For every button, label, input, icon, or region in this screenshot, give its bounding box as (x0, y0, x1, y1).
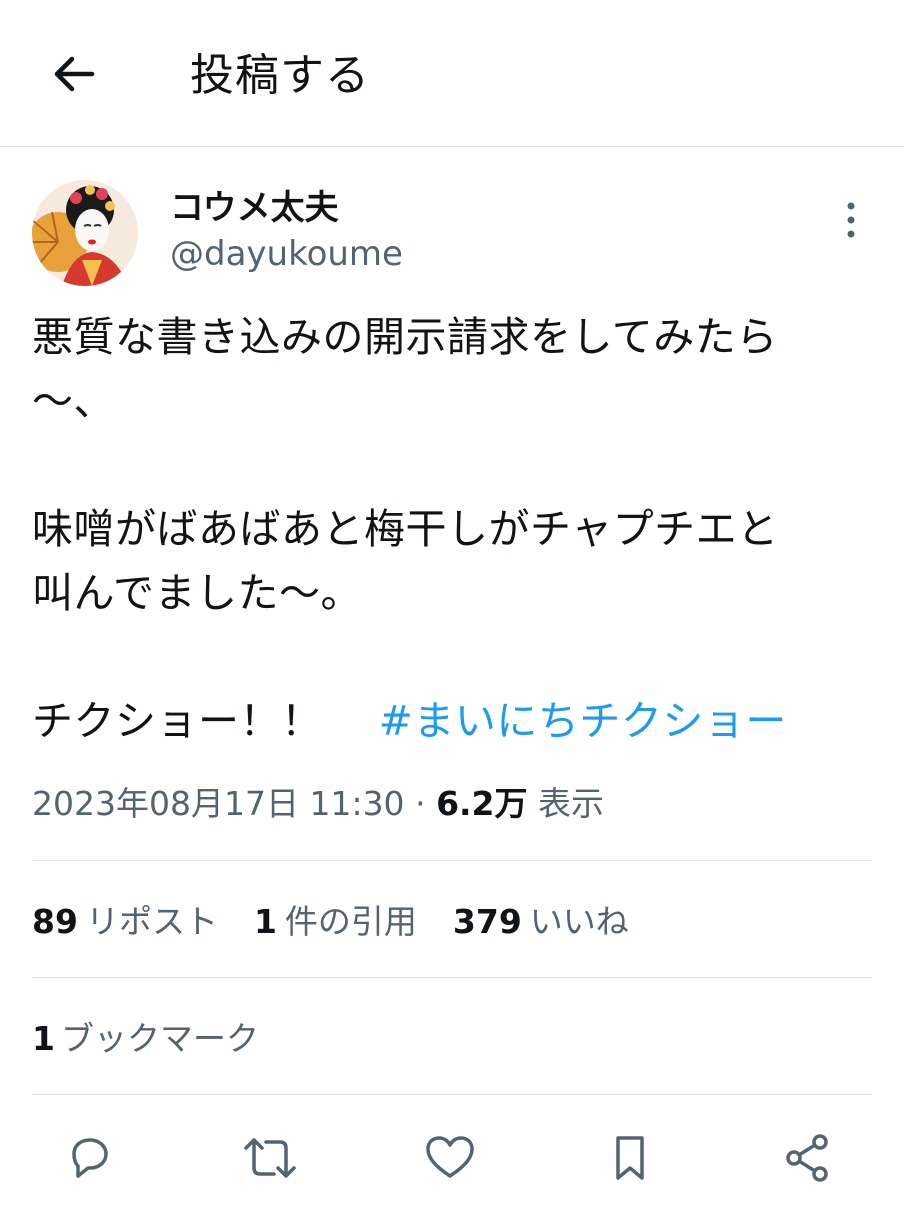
bookmarks-label: ブックマーク (60, 1019, 259, 1058)
likes-count: 379 (452, 902, 522, 941)
bookmarks-count: 1 (32, 1019, 55, 1058)
reply-icon (72, 1138, 108, 1178)
likes-label: いいね (529, 902, 629, 941)
bookmarks-stat[interactable]: 1 ブックマーク (32, 1015, 259, 1063)
quotes-label: 件の引用 (284, 902, 417, 941)
tweet-text-line: 味噌がばあばあと梅干しがチャプチエと (32, 505, 779, 553)
more-vertical-icon (847, 202, 855, 238)
tweet-text-line (32, 625, 872, 689)
views-count: 6.2万 (436, 784, 528, 823)
divider (32, 977, 872, 978)
divider (32, 1094, 872, 1095)
hashtag-link[interactable]: #まいにちチクショー (379, 697, 787, 745)
repost-button[interactable] (238, 1126, 302, 1190)
divider (32, 860, 872, 861)
avatar-image (32, 180, 138, 286)
tweet-text-line (32, 433, 872, 497)
meta-separator: · (415, 784, 426, 823)
action-bar (0, 1120, 904, 1200)
tweet-text-exclamation: チクショー！！ (32, 697, 323, 745)
reposts-stat[interactable]: 89 リポスト (32, 898, 218, 946)
engagement-stats: 89 リポスト 1 件の引用 379 いいね (32, 898, 629, 946)
top-bar: 投稿する (0, 0, 904, 147)
page-title: 投稿する (190, 50, 370, 101)
quotes-stat[interactable]: 1 件の引用 (254, 898, 417, 946)
reposts-count: 89 (32, 902, 78, 941)
share-icon (786, 1134, 828, 1182)
display-name[interactable]: コウメ太夫 (170, 186, 339, 230)
tweet-meta: 2023年08月17日 11:30 · 6.2万 表示 (32, 780, 604, 828)
likes-stat[interactable]: 379 いいね (453, 898, 629, 946)
share-button[interactable] (776, 1126, 840, 1190)
like-icon (426, 1136, 474, 1178)
tweet-text-last-line: チクショー！！ #まいにちチクショー (32, 689, 872, 753)
user-handle[interactable]: @dayukoume (170, 232, 403, 276)
repost-icon (244, 1138, 296, 1178)
tweet-text-line: 〜、 (32, 377, 115, 425)
reposts-label: リポスト (85, 902, 218, 941)
bookmark-button[interactable] (598, 1126, 662, 1190)
avatar[interactable] (32, 180, 138, 286)
back-button[interactable] (46, 46, 102, 102)
more-options-button[interactable] (832, 200, 870, 240)
quotes-count: 1 (253, 902, 277, 941)
tweet-text-line: 悪質な書き込みの開示請求をしてみたら (32, 313, 778, 361)
views-label: 表示 (538, 784, 605, 823)
arrow-left-icon (54, 56, 95, 92)
timestamp[interactable]: 2023年08月17日 11:30 (32, 784, 405, 823)
bookmark-icon (616, 1136, 644, 1180)
reply-button[interactable] (58, 1126, 122, 1190)
tweet-text-line: 叫んでました〜。 (32, 569, 362, 617)
like-button[interactable] (418, 1126, 482, 1190)
tweet-body: 悪質な書き込みの開示請求をしてみたら 〜、 味噌がばあばあと梅干しがチャプチエと… (32, 305, 872, 753)
